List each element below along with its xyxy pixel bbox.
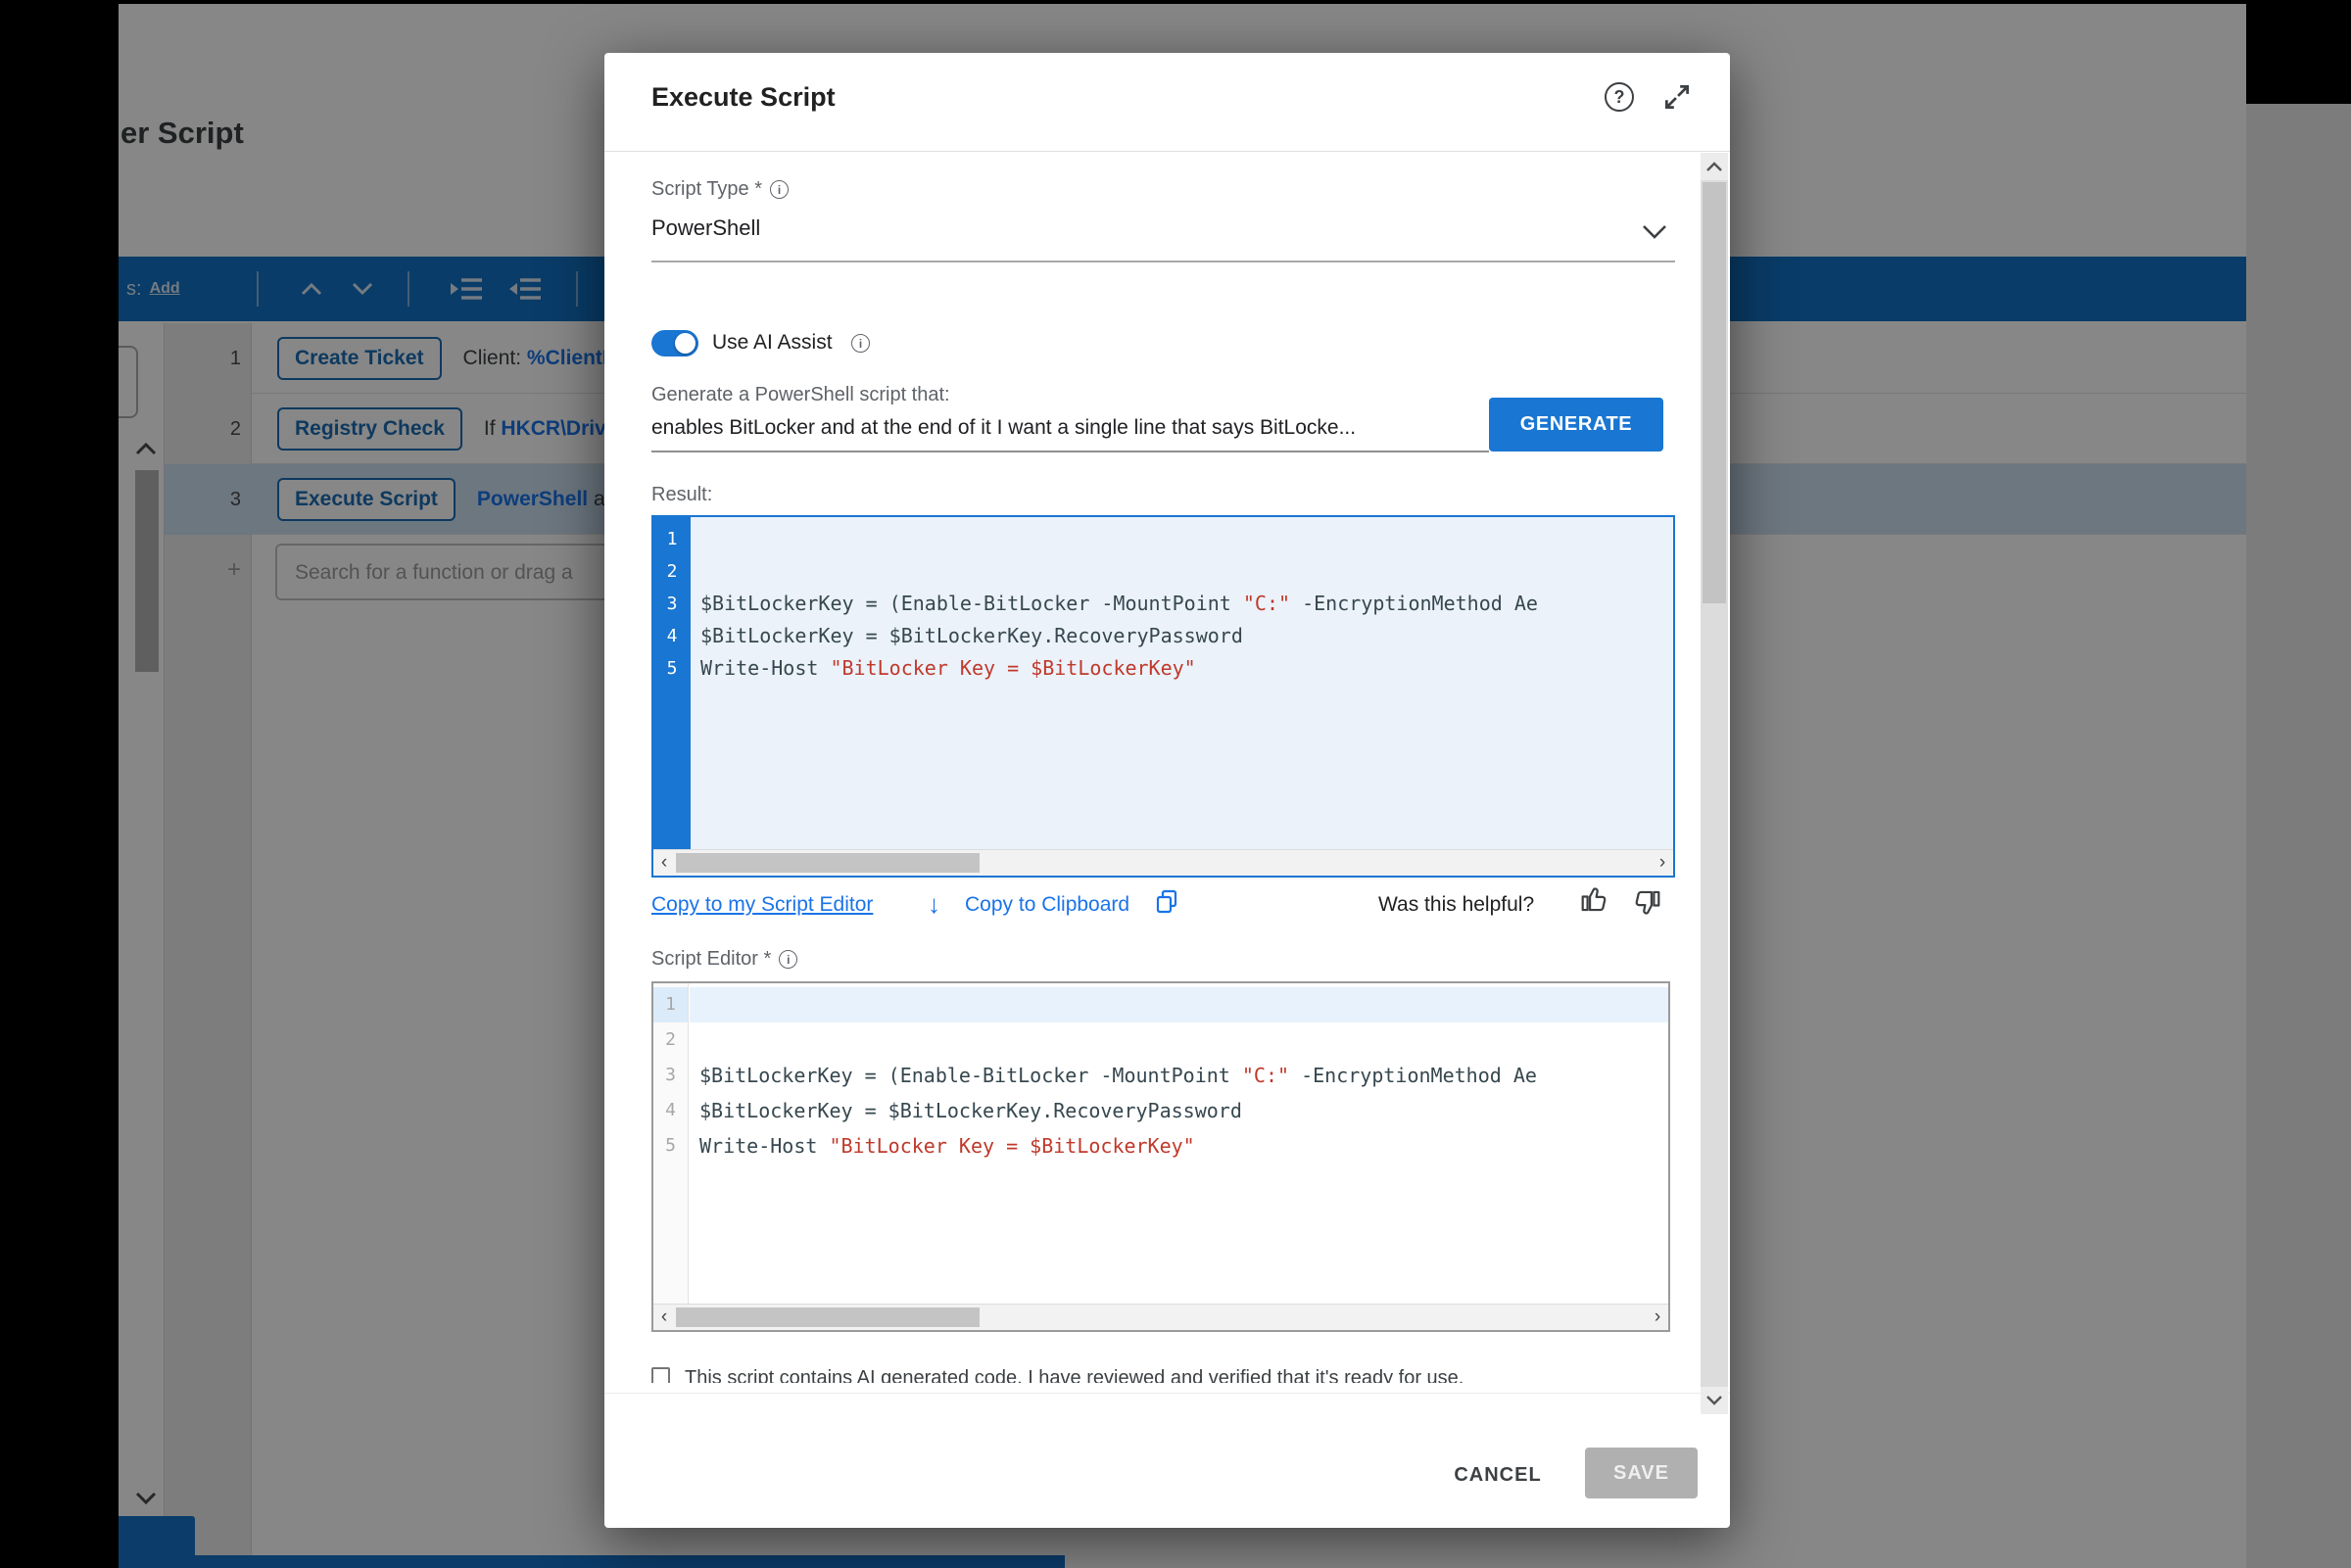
cancel-button[interactable]: CANCEL [1439,1460,1557,1490]
script-editor[interactable]: 12345 $BitLockerKey = (Enable-BitLocker … [651,981,1670,1332]
expand-icon[interactable] [1660,80,1694,119]
line-number: 2 [653,1022,688,1058]
chevron-down-icon[interactable] [1641,223,1668,245]
execute-script-dialog: Execute Script ? Script Type * i PowerSh… [604,53,1730,1528]
down-arrow-icon: ↓ [928,889,940,920]
code-line [691,555,1673,588]
code-line [690,987,1668,1022]
scroll-left-icon[interactable]: ‹ [653,850,675,876]
code-line [691,523,1673,555]
line-number: 3 [653,1058,688,1093]
generate-prompt-input[interactable]: enables BitLocker and at the end of it I… [651,416,1479,440]
scroll-left-icon[interactable]: ‹ [653,1305,675,1330]
horizontal-scrollbar[interactable]: ‹ › [653,1304,1668,1330]
script-type-select[interactable]: PowerShell [651,215,760,241]
line-number-gutter: 12345 [653,983,689,1304]
save-button[interactable]: SAVE [1585,1448,1698,1498]
line-number: 4 [653,1093,688,1128]
modal-scrollbar[interactable] [1701,153,1728,1414]
line-number-gutter: 12345 [653,517,691,849]
line-number: 1 [653,987,688,1022]
code-area: $BitLockerKey = (Enable-BitLocker -Mount… [691,517,1673,849]
copy-to-script-editor-link[interactable]: Copy to my Script Editor [651,893,873,917]
ai-code-ack-label: This script contains AI generated code. … [685,1367,1463,1383]
dialog-title: Execute Script [651,82,836,113]
info-icon[interactable]: i [770,180,789,199]
horizontal-scrollbar[interactable]: ‹ › [653,849,1673,876]
divider [604,151,1730,152]
script-type-label: Script Type * i [651,178,789,201]
scroll-right-icon[interactable]: › [1647,1305,1668,1330]
ai-assist-toggle[interactable] [651,330,698,356]
script-editor-label: Script Editor * i [651,948,797,971]
line-number: 1 [653,523,691,555]
copy-to-clipboard-link[interactable]: Copy to Clipboard [965,893,1129,917]
line-number: 3 [653,588,691,620]
ai-assist-label: Use AI Assist [712,331,833,355]
result-label: Result: [651,484,712,506]
scroll-up-icon[interactable] [1701,153,1728,180]
input-underline [651,451,1489,452]
modal-scrollbar-thumb[interactable] [1703,182,1726,603]
horizontal-scrollbar-thumb[interactable] [676,1307,980,1327]
result-editor[interactable]: 12345 $BitLockerKey = (Enable-BitLocker … [651,515,1675,878]
code-line [690,1022,1668,1058]
scroll-down-icon[interactable] [1701,1387,1728,1414]
select-underline [651,261,1675,262]
info-icon[interactable]: i [779,950,797,969]
line-number: 5 [653,1128,688,1164]
code-line: $BitLockerKey = $BitLockerKey.RecoveryPa… [690,1093,1668,1128]
ai-code-ack-checkbox[interactable] [651,1367,670,1383]
thumbs-down-icon[interactable] [1631,887,1662,924]
line-number: 5 [653,652,691,685]
info-icon[interactable]: i [851,334,870,353]
code-area: $BitLockerKey = (Enable-BitLocker -Mount… [690,983,1668,1304]
generate-button[interactable]: GENERATE [1489,398,1663,451]
toggle-knob [675,333,696,354]
ai-code-ack-row: This script contains AI generated code. … [651,1367,1675,1383]
help-icon[interactable]: ? [1605,82,1634,112]
line-number: 4 [653,620,691,652]
code-line: $BitLockerKey = $BitLockerKey.RecoveryPa… [691,620,1673,652]
thumbs-up-icon[interactable] [1579,883,1610,920]
scroll-right-icon[interactable]: › [1652,850,1673,876]
divider [604,1393,1730,1394]
code-line: Write-Host "BitLocker Key = $BitLockerKe… [690,1128,1668,1164]
copy-icon[interactable] [1155,889,1178,920]
line-number: 2 [653,555,691,588]
horizontal-scrollbar-thumb[interactable] [676,853,980,873]
code-line: $BitLockerKey = (Enable-BitLocker -Mount… [691,588,1673,620]
generate-prompt-label: Generate a PowerShell script that: [651,384,950,406]
code-line: $BitLockerKey = (Enable-BitLocker -Mount… [690,1058,1668,1093]
code-line: Write-Host "BitLocker Key = $BitLockerKe… [691,652,1673,685]
helpful-label: Was this helpful? [1378,893,1534,917]
